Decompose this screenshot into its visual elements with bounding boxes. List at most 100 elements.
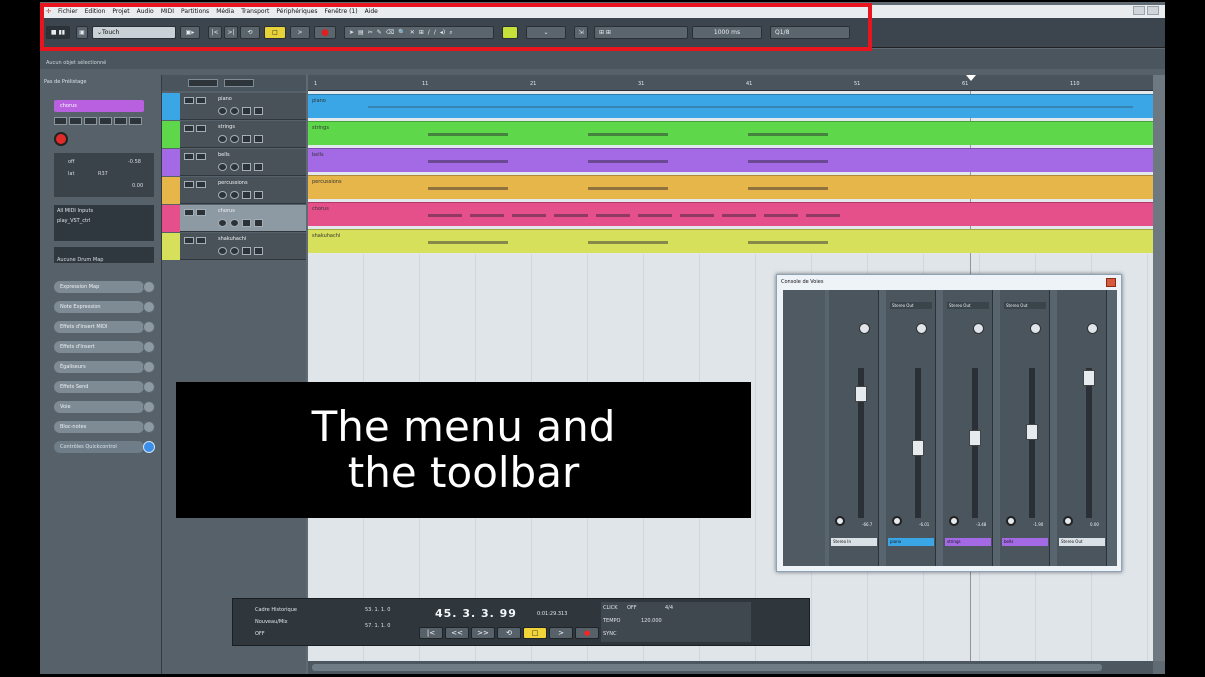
track-header[interactable]: piano <box>162 93 306 120</box>
transport-rewind-button[interactable]: << <box>445 627 469 639</box>
right-locator[interactable]: 57. 1. 1. 0 <box>365 623 390 629</box>
channel-name[interactable]: strings <box>945 538 991 546</box>
tempo-label[interactable]: TEMPO <box>603 618 620 624</box>
midi-output[interactable]: play_VST_ctrl <box>57 218 151 224</box>
track-record-button[interactable] <box>218 247 227 255</box>
transport-play-button[interactable]: > <box>549 627 573 639</box>
transport-start-button[interactable]: |< <box>419 627 443 639</box>
track-solo-button[interactable] <box>196 237 206 244</box>
horizontal-scroll-thumb[interactable] <box>312 664 1102 671</box>
track-mute-button[interactable] <box>184 237 194 244</box>
track-header[interactable]: strings <box>162 121 306 148</box>
pan-knob[interactable] <box>859 323 870 334</box>
volume-fader-cap[interactable] <box>912 440 924 456</box>
track-name[interactable]: chorus <box>218 208 235 214</box>
channel-name[interactable]: piano <box>888 538 934 546</box>
track-event[interactable]: chorus <box>308 202 1153 226</box>
section-channel[interactable]: Voie <box>54 401 144 413</box>
inspector-toggle-1[interactable] <box>54 117 67 125</box>
pan-knob[interactable] <box>916 323 927 334</box>
transport-mode-1[interactable]: Cadre Historique <box>255 607 297 613</box>
signature-value[interactable]: 4/4 <box>665 605 673 611</box>
track-solo-button[interactable] <box>196 125 206 132</box>
track-header[interactable]: chorus <box>162 205 306 232</box>
channel-io-icon[interactable] <box>1063 516 1073 526</box>
track-record-button[interactable] <box>218 191 227 199</box>
volume-fader-track[interactable] <box>1086 368 1092 518</box>
track-event[interactable]: shakuhachi <box>308 229 1153 253</box>
track-color[interactable] <box>162 205 180 232</box>
volume-fader-cap[interactable] <box>969 430 981 446</box>
track-solo-button[interactable] <box>196 153 206 160</box>
track-name[interactable]: piano <box>218 96 232 102</box>
pan-knob[interactable] <box>1030 323 1041 334</box>
vertical-scrollbar[interactable] <box>1153 75 1165 661</box>
transport-off[interactable]: OFF <box>255 631 265 637</box>
channel-volume-value[interactable]: -1.90 <box>1033 522 1043 527</box>
track-color[interactable] <box>162 149 180 176</box>
section-midi-inserts-toggle[interactable] <box>143 321 155 333</box>
section-notepad[interactable]: Bloc-notes <box>54 421 144 433</box>
channel-output[interactable]: Stereo Out <box>1004 302 1046 309</box>
track-read-button[interactable] <box>242 163 251 171</box>
track-monitor-button[interactable] <box>230 191 239 199</box>
track-mute-button[interactable] <box>184 181 194 188</box>
horizontal-scrollbar[interactable] <box>308 661 1153 674</box>
ruler[interactable]: 1 11 21 31 41 51 61 110 <box>308 75 1153 91</box>
track-monitor-button[interactable] <box>230 247 239 255</box>
section-expression-map-toggle[interactable] <box>143 281 155 293</box>
channel-io-icon[interactable] <box>835 516 845 526</box>
section-channel-toggle[interactable] <box>143 401 155 413</box>
track-mute-button[interactable] <box>184 153 194 160</box>
channel-volume-value[interactable]: -66.7 <box>862 522 872 527</box>
section-note-expression[interactable]: Note Expression <box>54 301 144 313</box>
transport-cycle-button[interactable]: ⟲ <box>497 627 521 639</box>
transport-mode-2[interactable]: Nouveau/Mix <box>255 619 288 625</box>
off-value[interactable]: -0.58 <box>128 159 141 165</box>
track-event[interactable]: piano <box>308 94 1153 118</box>
mixer-close-button[interactable] <box>1106 278 1116 287</box>
track-name[interactable]: shakuhachi <box>218 236 246 242</box>
inspector-toggle-2[interactable] <box>69 117 82 125</box>
section-notepad-toggle[interactable] <box>143 421 155 433</box>
transport-record-button[interactable]: ● <box>575 627 599 639</box>
track-write-button[interactable] <box>254 219 263 227</box>
track-name[interactable]: bells <box>218 152 230 158</box>
channel-io-icon[interactable] <box>1006 516 1016 526</box>
track-mute-button[interactable] <box>184 97 194 104</box>
primary-position[interactable]: 45. 3. 3. 99 <box>435 607 517 620</box>
track-solo-button[interactable] <box>196 209 206 216</box>
track-record-button[interactable] <box>218 107 227 115</box>
track-monitor-button[interactable] <box>230 163 239 171</box>
channel-io-icon[interactable] <box>892 516 902 526</box>
drum-map[interactable]: Aucune Drum Map <box>54 247 154 263</box>
track-record-button[interactable] <box>218 163 227 171</box>
pan-knob[interactable] <box>973 323 984 334</box>
track-mute-button[interactable] <box>184 125 194 132</box>
track-header[interactable]: percussions <box>162 177 306 204</box>
track-list-button-1[interactable] <box>188 79 218 87</box>
channel-output[interactable]: Stereo Out <box>947 302 989 309</box>
track-write-button[interactable] <box>254 135 263 143</box>
transport-stop-button[interactable]: □ <box>523 627 547 639</box>
section-midi-inserts[interactable]: Effets d'Insert MIDI <box>54 321 144 333</box>
section-quick-controls-toggle[interactable] <box>143 441 155 453</box>
section-sends[interactable]: Effets Send <box>54 381 144 393</box>
section-sends-toggle[interactable] <box>143 381 155 393</box>
transport-forward-button[interactable]: >> <box>471 627 495 639</box>
inspector-toggle-3[interactable] <box>84 117 97 125</box>
secondary-time[interactable]: 0:01:29.313 <box>537 611 567 617</box>
track-header[interactable]: bells <box>162 149 306 176</box>
midi-input[interactable]: All MIDI Inputs <box>57 208 151 214</box>
track-event[interactable]: bells <box>308 148 1153 172</box>
section-expression-map[interactable]: Expression Map <box>54 281 144 293</box>
track-name[interactable]: strings <box>218 124 235 130</box>
track-write-button[interactable] <box>254 163 263 171</box>
inspector-toggle-4[interactable] <box>99 117 112 125</box>
track-event[interactable]: strings <box>308 121 1153 145</box>
channel-name[interactable]: Stereo Out <box>1059 538 1105 546</box>
track-color[interactable] <box>162 93 180 120</box>
track-solo-button[interactable] <box>196 97 206 104</box>
track-monitor-button[interactable] <box>230 135 239 143</box>
channel-name[interactable]: bells <box>1002 538 1048 546</box>
